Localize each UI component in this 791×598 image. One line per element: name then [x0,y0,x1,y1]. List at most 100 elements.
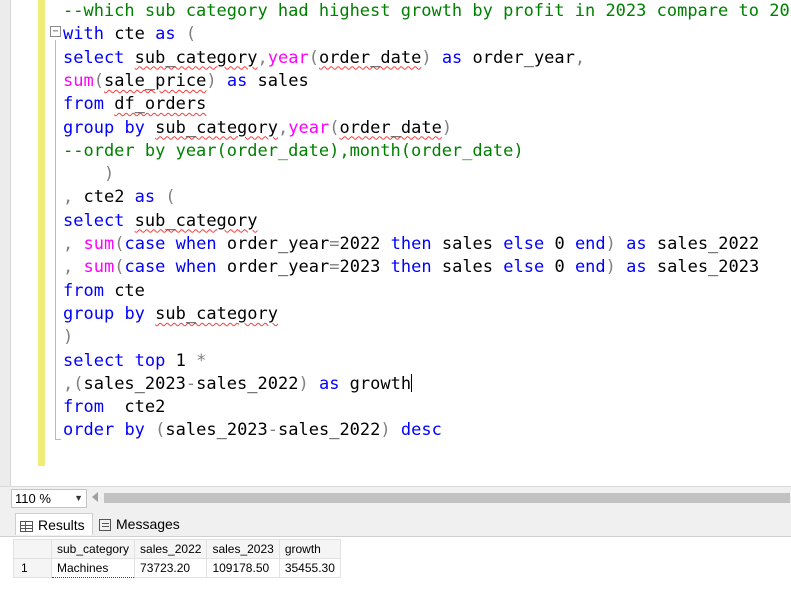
code-token: as [626,257,647,278]
code-token: ) [206,70,217,91]
grid-icon [20,520,33,532]
code-token: else [503,257,545,278]
code-token: , [63,187,74,208]
code-token: by [124,303,145,324]
code-token: , [63,257,74,278]
scroll-left-icon[interactable] [92,492,98,502]
table-cell[interactable]: Machines [50,558,136,578]
header-row: sub_category sales_2022 sales_2023 growt… [13,539,341,559]
code-token: ) [103,164,115,185]
code-token: sum [83,257,115,278]
code-token: with [63,24,104,45]
code-token: sub_category [155,303,278,324]
code-token: sale_price [103,70,207,91]
code-line[interactable]: ,(sales_2023-sales_2022) as growth [63,373,413,395]
code-token: 0 [544,234,575,254]
code-token: ( [114,257,125,278]
zoom-level: 110 % [15,491,51,506]
table-row[interactable]: 1 Machines 73723.20 109178.50 35455.30 [13,558,341,578]
chevron-down-icon[interactable]: ▼ [74,490,83,507]
code-token: group [63,117,115,138]
code-line[interactable]: , cte2 as ( [63,186,176,208]
code-line[interactable]: group by sub_category [63,303,278,325]
code-token: 2023 [339,257,391,278]
horizontal-scrollbar-thumb[interactable] [104,493,790,503]
code-token: ) [421,47,432,68]
code-line[interactable]: from cte2 [63,396,165,418]
zoom-dropdown[interactable]: 110 % ▼ [11,489,87,508]
code-token: * [196,350,207,371]
code-line[interactable]: ) [63,163,114,185]
code-token: , [63,234,74,254]
code-token: then [390,234,432,254]
code-line[interactable]: group by sub_category,year(order_date) [63,117,452,139]
code-token: --order by year(order_date),month(order_… [63,140,524,161]
code-token: = [329,234,340,254]
code-line[interactable]: ) [63,326,73,348]
code-line[interactable]: sum(sale_price) as sales [63,70,309,92]
code-token: cte2 [103,397,166,418]
code-token: end [574,257,606,278]
code-line[interactable]: select top 1 * [63,350,206,372]
tab-messages-label: Messages [116,516,180,532]
code-token: year [288,117,330,138]
code-token: = [329,257,340,278]
change-tracking-bar [38,0,45,466]
column-header[interactable]: sub_category [50,539,136,559]
code-token: by [124,117,145,138]
code-token: sub_category [134,47,258,68]
code-token: as [134,187,156,208]
code-line[interactable]: with cte as ( [63,23,196,45]
code-token: from [63,280,104,301]
query-editor[interactable]: − --which sub category had highest growt… [0,0,791,486]
code-token: ) [441,117,453,138]
code-token: sales_2022 [646,234,760,254]
results-tabs: Results Messages [0,510,791,536]
code-token: ) [605,257,616,278]
code-token: cte2 [73,187,135,208]
code-token: ( [155,420,166,441]
table-cell[interactable]: 73723.20 [134,558,208,578]
code-token: else [503,234,545,254]
code-token: sum [83,234,115,254]
code-token: --which sub category had highest growth … [63,1,791,21]
code-token: ) [298,373,309,394]
code-token: , [574,47,586,68]
code-token: ( [114,234,125,254]
code-token: as [441,47,463,68]
tab-results[interactable]: Results [15,513,93,535]
collapse-toggle-icon[interactable]: − [50,26,61,37]
code-token: sales_2022 [278,420,381,441]
outline-bracket-end [55,439,61,440]
code-line[interactable]: from cte [63,280,145,302]
table-cell[interactable]: 35455.30 [278,558,341,578]
code-token: sales [247,70,309,91]
code-token: as [318,373,340,394]
column-header[interactable]: growth [278,539,341,559]
row-number[interactable]: 1 [13,558,52,578]
column-header[interactable]: sales_2023 [206,539,280,559]
code-line[interactable]: --order by year(order_date),month(order_… [63,140,524,162]
column-header[interactable]: sales_2022 [134,539,208,559]
code-token: 2022 [339,234,391,254]
code-line[interactable]: , sum(case when order_year=2022 then sal… [63,233,759,255]
code-line[interactable]: from df_orders [63,93,206,115]
code-line[interactable]: , sum(case when order_year=2023 then sal… [63,256,759,278]
results-grid[interactable]: sub_category sales_2022 sales_2023 growt… [0,536,791,598]
table-cell[interactable]: 109178.50 [206,558,280,578]
code-token: end [574,234,606,254]
code-line[interactable]: select sub_category [63,210,258,232]
code-line[interactable]: --which sub category had highest growth … [63,0,791,22]
code-line[interactable]: order by (sales_2023-sales_2022) desc [63,419,442,441]
code-line[interactable]: select sub_category,year(order_date) as … [63,47,585,69]
results-table[interactable]: sub_category sales_2022 sales_2023 growt… [13,539,341,578]
row-number-header[interactable] [13,539,52,559]
tab-messages[interactable]: Messages [95,513,187,535]
